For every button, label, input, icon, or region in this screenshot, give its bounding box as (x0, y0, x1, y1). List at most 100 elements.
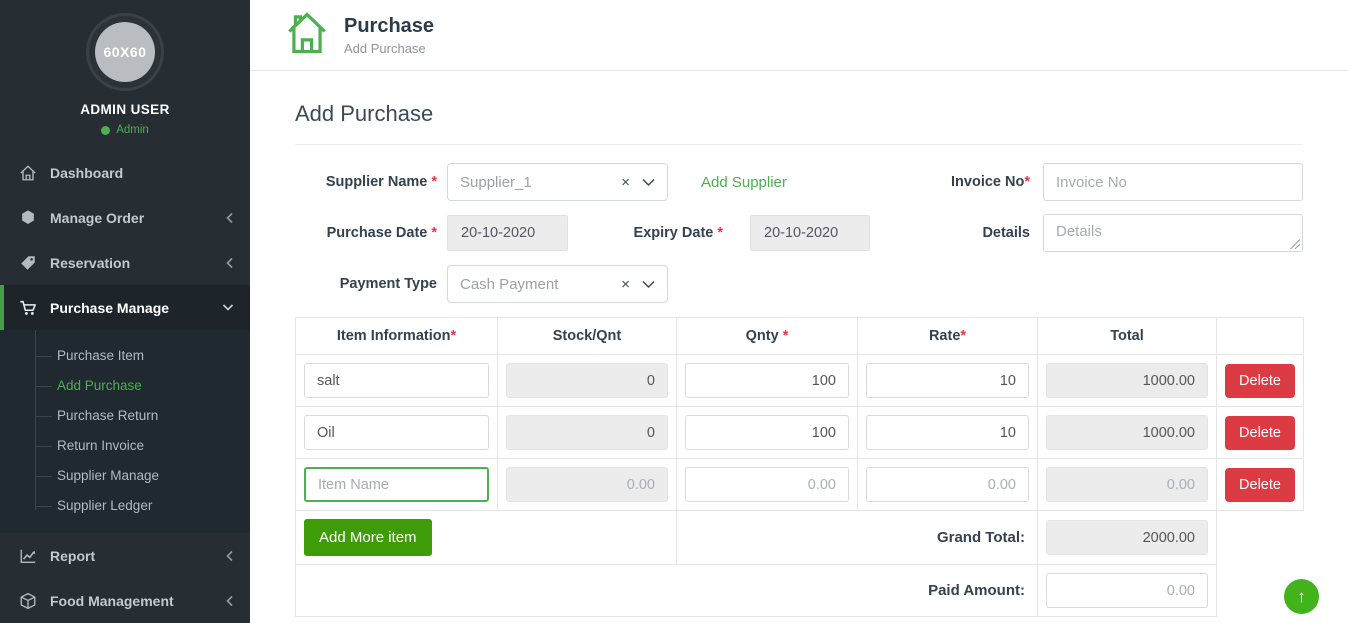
supplier-select-value: Supplier_1 (460, 174, 621, 191)
invoice-no-input[interactable] (1043, 163, 1303, 201)
required-mark: * (783, 328, 789, 344)
delete-row-button[interactable]: Delete (1225, 364, 1295, 398)
page-title: Purchase (344, 15, 434, 38)
sidebar-item-dashboard[interactable]: Dashboard (0, 150, 250, 195)
payment-type-label: Payment Type (295, 276, 437, 292)
qnty-input[interactable] (685, 415, 849, 450)
user-name: ADMIN USER (0, 102, 250, 117)
add-supplier-link[interactable]: Add Supplier (701, 174, 787, 191)
sidebar-item-manage-order[interactable]: Manage Order (0, 195, 250, 240)
table-row: Delete (296, 355, 1304, 407)
col-header-rate: Rate* (858, 318, 1038, 355)
sidebar-item-label: Manage Order (50, 210, 144, 226)
required-mark: * (431, 225, 437, 241)
required-mark: * (960, 328, 966, 344)
purchase-manage-submenu: Purchase Item Add Purchase Purchase Retu… (0, 330, 250, 533)
item-name-input[interactable] (304, 363, 489, 398)
grand-total-input (1046, 520, 1208, 555)
invoice-no-label: Invoice No* (951, 174, 1030, 190)
stock-qnt-input (506, 415, 668, 450)
avatar: 60X60 (95, 22, 155, 82)
expiry-date-input[interactable]: 20-10-2020 (750, 215, 870, 251)
paid-amount-input[interactable] (1046, 573, 1208, 608)
purchase-items-table: Item Information* Stock/Qnt Qnty* Rate* … (295, 317, 1304, 617)
total-input (1046, 467, 1208, 502)
payment-type-select-value: Cash Payment (460, 276, 621, 293)
sidebar-item-food-management[interactable]: Food Management (0, 578, 250, 623)
grand-total-row: Add More item Grand Total: (296, 511, 1304, 565)
chevron-left-icon (225, 212, 234, 224)
rate-input[interactable] (866, 415, 1029, 450)
sidebar-item-label: Food Management (50, 593, 174, 609)
page-header: Purchase Add Purchase (250, 0, 1348, 71)
section-title: Add Purchase (295, 101, 1303, 145)
sidebar-menu: Dashboard Manage Order Reservation (0, 150, 250, 623)
scroll-to-top-button[interactable]: ↑ (1284, 579, 1319, 614)
gem-icon (18, 209, 38, 227)
clear-selection-icon[interactable]: × (621, 276, 630, 293)
table-row: Delete (296, 407, 1304, 459)
sidebar-item-label: Purchase Manage (50, 300, 169, 316)
main-area: Purchase Add Purchase Add Purchase Suppl… (250, 0, 1348, 623)
page-subtitle: Add Purchase (344, 41, 434, 56)
col-header-item-information: Item Information* (296, 318, 498, 355)
delete-row-button[interactable]: Delete (1225, 468, 1295, 502)
rate-input[interactable] (866, 467, 1029, 502)
stock-qnt-input (506, 363, 668, 398)
cart-icon (18, 299, 38, 317)
submenu-item-purchase-return[interactable]: Purchase Return (0, 401, 250, 431)
submenu-item-purchase-item[interactable]: Purchase Item (0, 341, 250, 371)
col-header-total: Total (1038, 318, 1217, 355)
stock-qnt-input (506, 467, 668, 502)
col-header-stock-qnt: Stock/Qnt (498, 318, 677, 355)
sidebar-item-label: Report (50, 548, 95, 564)
select-caret-icon[interactable] (642, 178, 655, 187)
avatar-ring: 60X60 (86, 13, 164, 91)
add-more-item-button[interactable]: Add More item (304, 519, 432, 556)
submenu-item-supplier-ledger[interactable]: Supplier Ledger (0, 491, 250, 521)
select-caret-icon[interactable] (642, 280, 655, 289)
sidebar-item-report[interactable]: Report (0, 533, 250, 578)
grand-total-label: Grand Total: (677, 511, 1038, 565)
sidebar-item-purchase-manage[interactable]: Purchase Manage (0, 285, 250, 330)
supplier-select[interactable]: Supplier_1 × (447, 163, 668, 201)
qnty-input[interactable] (685, 467, 849, 502)
item-name-input[interactable] (304, 467, 489, 502)
submenu-item-supplier-manage[interactable]: Supplier Manage (0, 461, 250, 491)
required-mark: * (431, 174, 437, 190)
clear-selection-icon[interactable]: × (621, 174, 630, 191)
submenu-item-add-purchase[interactable]: Add Purchase (0, 371, 250, 401)
up-arrow-icon: ↑ (1297, 587, 1306, 607)
rate-input[interactable] (866, 363, 1029, 398)
purchase-date-label: Purchase Date* (295, 225, 437, 241)
table-row-new: Delete (296, 459, 1304, 511)
home-icon (18, 164, 38, 182)
paid-amount-row: Paid Amount: (296, 565, 1304, 617)
total-input (1046, 363, 1208, 398)
home-outline-icon (287, 9, 327, 62)
submenu-item-return-invoice[interactable]: Return Invoice (0, 431, 250, 461)
paid-amount-label: Paid Amount: (296, 565, 1038, 617)
required-mark: * (1024, 174, 1030, 190)
col-header-qnty: Qnty* (677, 318, 858, 355)
package-box-icon (18, 592, 38, 610)
purchase-date-input[interactable]: 20-10-2020 (447, 215, 568, 251)
col-header-actions (1217, 318, 1304, 355)
expiry-date-label: Expiry Date* (633, 225, 723, 241)
sidebar-item-reservation[interactable]: Reservation (0, 240, 250, 285)
total-input (1046, 415, 1208, 450)
sidebar: 60X60 ADMIN USER Admin Dashboard Manage … (0, 0, 250, 623)
supplier-name-label: Supplier Name* (295, 174, 437, 190)
sidebar-item-label: Reservation (50, 255, 130, 271)
payment-type-select[interactable]: Cash Payment × (447, 265, 668, 303)
online-status-icon (101, 126, 110, 135)
delete-row-button[interactable]: Delete (1225, 416, 1295, 450)
chevron-left-icon (225, 550, 234, 562)
chevron-left-icon (225, 595, 234, 607)
details-textarea[interactable] (1043, 214, 1303, 252)
item-name-input[interactable] (304, 415, 489, 450)
required-mark: * (717, 225, 723, 241)
qnty-input[interactable] (685, 363, 849, 398)
chart-line-icon (18, 547, 38, 565)
details-label: Details (982, 225, 1030, 241)
